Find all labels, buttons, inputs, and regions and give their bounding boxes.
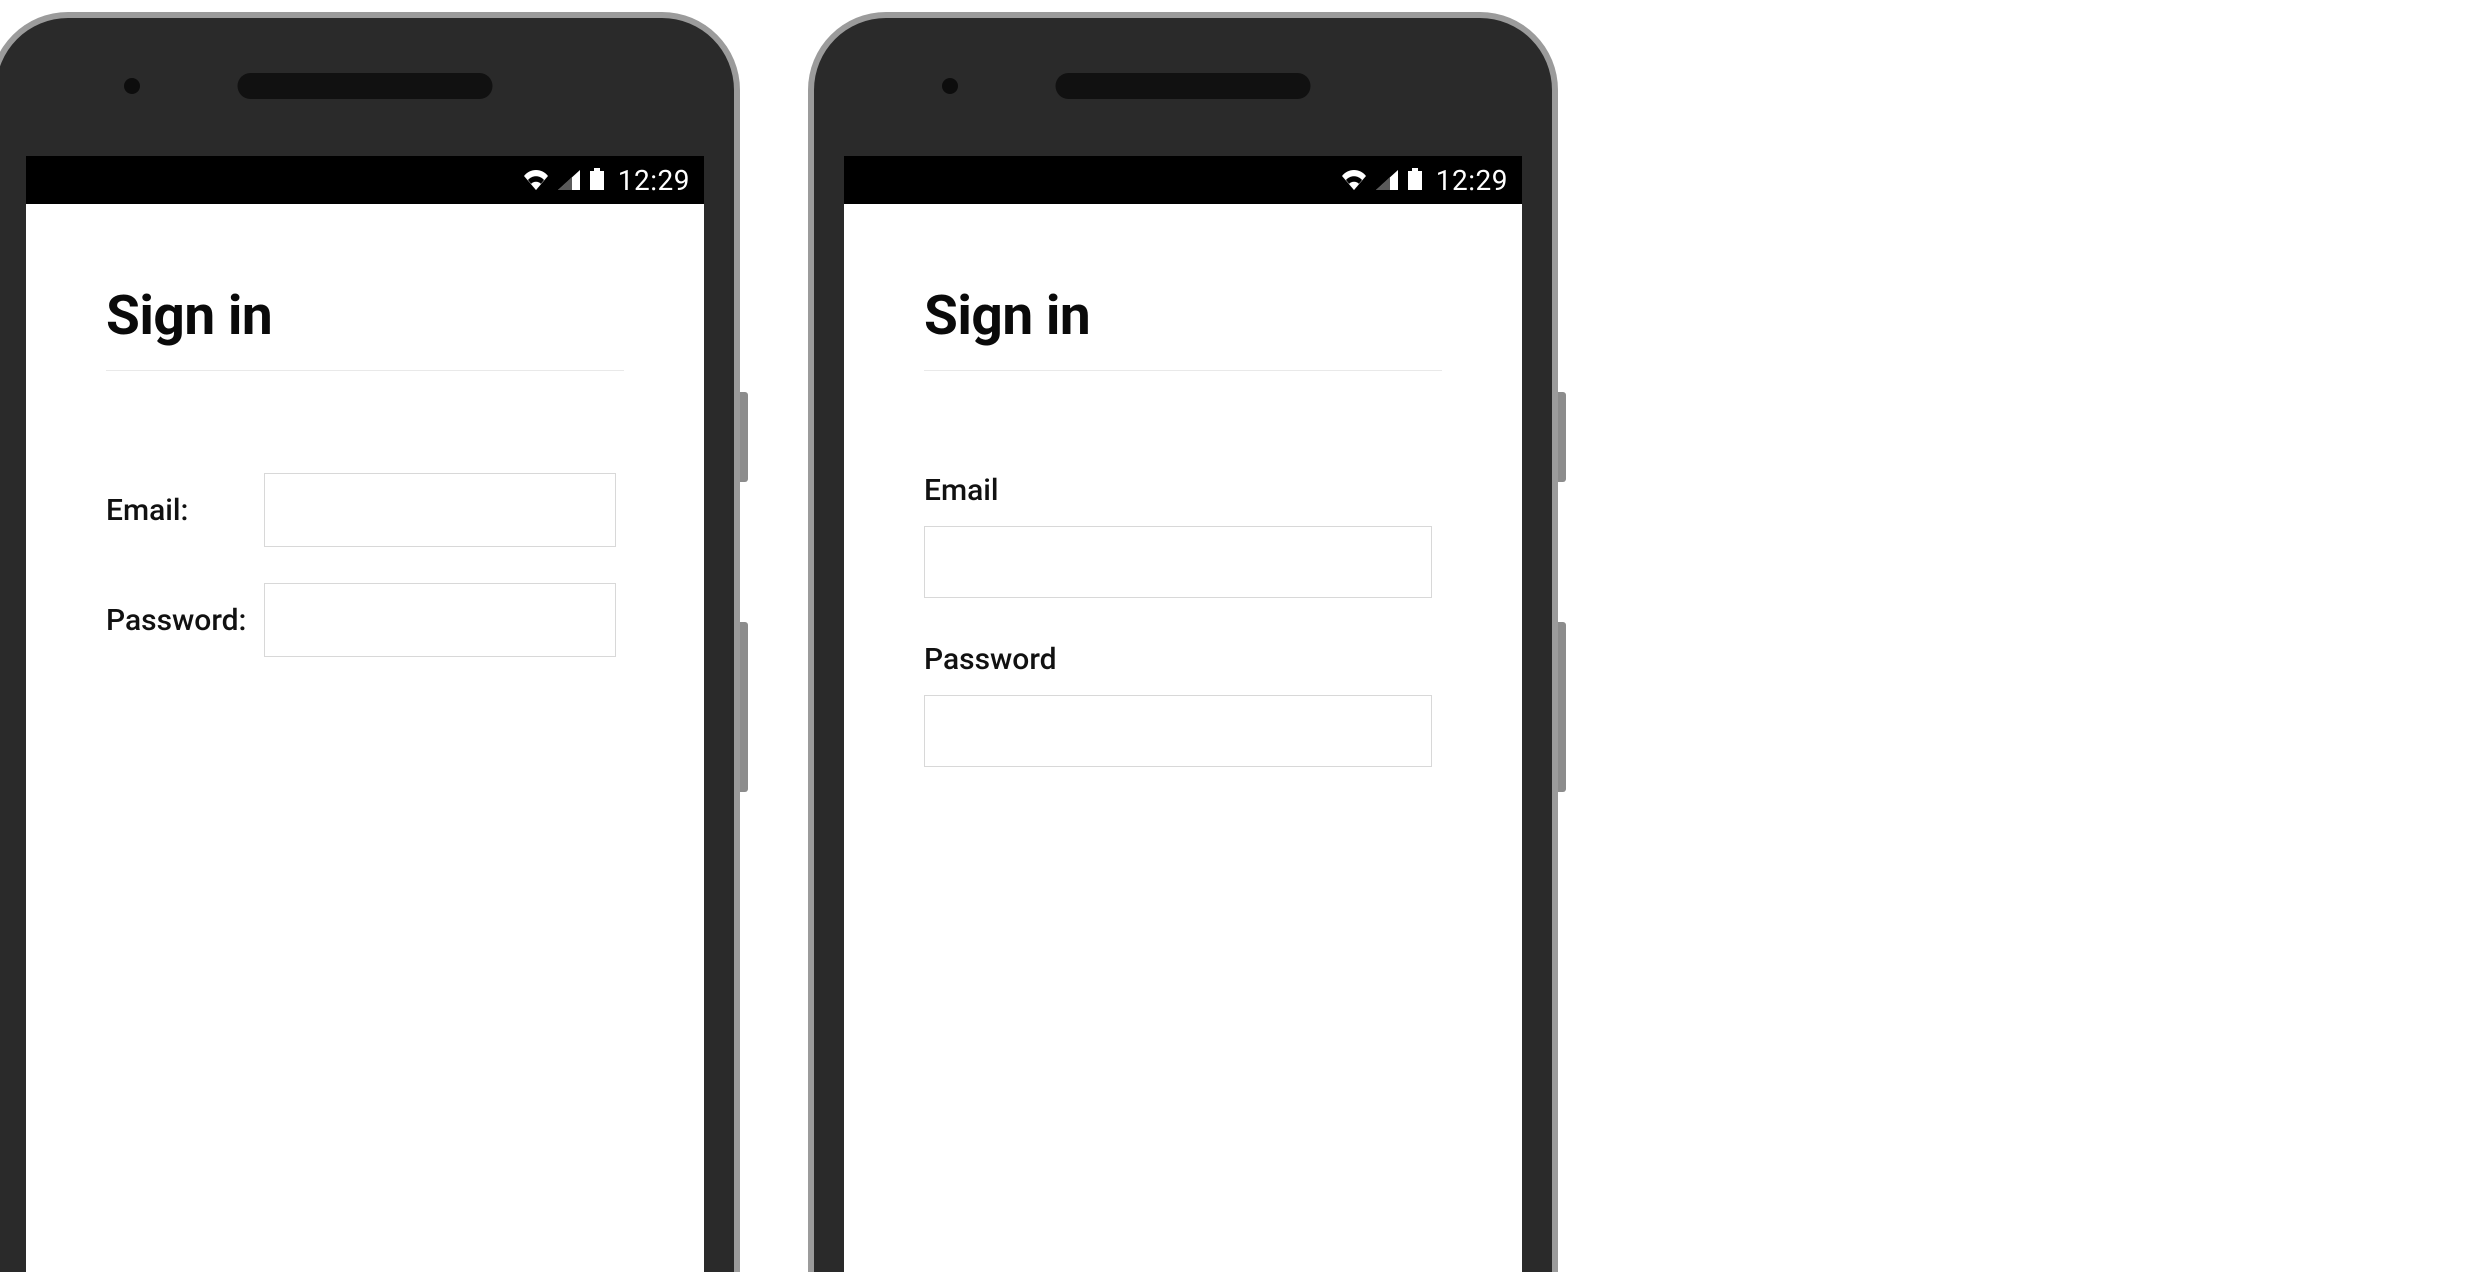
- phone-mockup-left: 12:29 Sign in Email: Password:: [0, 12, 740, 1272]
- status-bar: 12:29: [26, 156, 704, 204]
- email-input[interactable]: [264, 473, 616, 547]
- earpiece-speaker: [1056, 73, 1311, 99]
- wifi-icon: [524, 164, 548, 197]
- screen: 12:29 Sign in Email: Password:: [26, 156, 704, 1272]
- cellular-signal-icon: [558, 164, 580, 197]
- status-bar: 12:29: [844, 156, 1522, 204]
- password-label: Password:: [106, 603, 264, 638]
- side-button: [740, 622, 748, 792]
- form-field-password: Password: [924, 642, 1442, 767]
- battery-icon: [1408, 164, 1422, 197]
- email-label: Email:: [106, 493, 264, 528]
- form-row-password: Password:: [106, 583, 624, 657]
- camera-dot: [942, 78, 958, 94]
- earpiece-speaker: [238, 73, 493, 99]
- cellular-signal-icon: [1376, 164, 1398, 197]
- password-input[interactable]: [264, 583, 616, 657]
- status-time: 12:29: [1436, 164, 1508, 197]
- battery-icon: [590, 164, 604, 197]
- email-label: Email: [924, 473, 1442, 508]
- side-button: [740, 392, 748, 482]
- wifi-icon: [1342, 164, 1366, 197]
- side-button: [1558, 392, 1566, 482]
- page-title: Sign in: [924, 284, 1442, 371]
- camera-dot: [124, 78, 140, 94]
- password-label: Password: [924, 642, 1442, 677]
- form-field-email: Email: [924, 473, 1442, 598]
- password-input[interactable]: [924, 695, 1432, 767]
- sign-in-form: Email: Password:: [106, 473, 624, 657]
- device-shell-outer: 12:29 Sign in Email: Password:: [0, 12, 740, 1272]
- form-row-email: Email:: [106, 473, 624, 547]
- device-shell-inner: 12:29 Sign in Email Password: [814, 18, 1552, 1272]
- page-content: Sign in Email: Password:: [26, 204, 704, 657]
- sign-in-form: Email Password: [924, 473, 1442, 767]
- screen: 12:29 Sign in Email Password: [844, 156, 1522, 1272]
- page-content: Sign in Email Password: [844, 204, 1522, 767]
- side-button: [1558, 622, 1566, 792]
- phone-mockup-right: 12:29 Sign in Email Password: [808, 12, 1558, 1272]
- device-shell-inner: 12:29 Sign in Email: Password:: [0, 18, 734, 1272]
- device-shell-outer: 12:29 Sign in Email Password: [808, 12, 1558, 1272]
- page-title: Sign in: [106, 284, 624, 371]
- email-input[interactable]: [924, 526, 1432, 598]
- status-time: 12:29: [618, 164, 690, 197]
